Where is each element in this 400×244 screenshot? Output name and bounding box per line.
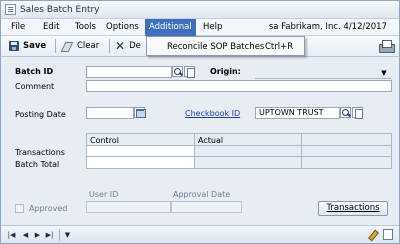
batch-total-label: Batch Total xyxy=(15,160,60,169)
posting-date-field[interactable] xyxy=(86,107,134,119)
last-record-icon[interactable]: ▶| xyxy=(45,230,54,240)
transactions-label: Transactions xyxy=(15,148,65,157)
delete-x-icon: ✕ xyxy=(115,39,126,53)
origin-dropdown-arrow-icon[interactable]: ▼ xyxy=(379,68,389,78)
clear-label: Clear xyxy=(77,41,100,51)
clear-button[interactable]: Clear xyxy=(61,38,99,54)
menu-file[interactable]: File xyxy=(7,19,29,36)
nav-separator xyxy=(59,229,60,241)
batch-id-label: Batch ID xyxy=(15,67,54,76)
next-record-icon[interactable]: ▶ xyxy=(33,230,42,240)
transactions-button-label: Transactions xyxy=(326,203,380,213)
window-icon xyxy=(5,4,16,15)
comment-label: Comment xyxy=(15,82,55,91)
menu-edit[interactable]: Edit xyxy=(39,19,63,36)
origin-field-underline xyxy=(255,78,391,79)
toolbar-separator xyxy=(109,39,110,53)
delete-button[interactable]: ✕ De xyxy=(115,38,141,54)
menu-bar: File Edit Tools Options Additional Help … xyxy=(1,19,399,36)
grid-divider xyxy=(301,134,302,168)
delete-label: De xyxy=(129,41,141,51)
control-header: Control xyxy=(90,136,119,145)
user-id-label: User ID xyxy=(89,190,119,199)
checkbook-lookup-icon[interactable] xyxy=(340,107,351,118)
menu-additional[interactable]: Additional xyxy=(145,19,196,36)
checkbook-id-field[interactable]: UPTOWN TRUST xyxy=(255,107,340,119)
record-navigation-bar: |◀ ◀ ▶ ▶| ▼ xyxy=(1,225,399,243)
eraser-icon xyxy=(61,42,73,51)
checkbook-note-icon[interactable] xyxy=(352,107,363,119)
origin-label: Origin: xyxy=(210,67,241,76)
grid-divider xyxy=(194,134,195,168)
save-icon xyxy=(9,41,19,51)
sales-batch-entry-window: Sales Batch Entry File Edit Tools Option… xyxy=(0,0,400,244)
reconcile-shortcut: Ctrl+R xyxy=(265,42,294,52)
previous-record-icon[interactable]: ◀ xyxy=(21,230,30,240)
transactions-button[interactable]: Transactions xyxy=(318,201,388,216)
control-transactions-cell[interactable] xyxy=(87,146,194,156)
menu-options[interactable]: Options xyxy=(102,19,143,36)
control-batch-total-cell[interactable] xyxy=(87,157,194,168)
batch-totals-grid: Control Actual xyxy=(86,133,392,169)
approved-checkbox[interactable] xyxy=(15,204,24,213)
reconcile-sop-batches-label: Reconcile SOP Batches xyxy=(167,42,265,52)
window-title: Sales Batch Entry xyxy=(20,5,100,15)
calendar-icon[interactable] xyxy=(134,107,146,118)
toolbar-separator xyxy=(55,39,56,53)
window-note-icon[interactable] xyxy=(383,229,393,240)
user-company-date-status: sa Fabrikam, Inc. 4/12/2017 xyxy=(268,22,387,32)
printer-icon[interactable] xyxy=(379,40,395,53)
save-label: Save xyxy=(23,41,47,51)
menu-tools[interactable]: Tools xyxy=(71,19,100,36)
batch-lookup-icon[interactable] xyxy=(172,66,183,77)
user-id-field xyxy=(86,201,171,213)
save-button[interactable]: Save xyxy=(9,38,46,54)
posting-date-label: Posting Date xyxy=(15,110,66,119)
sort-dropdown-icon[interactable]: ▼ xyxy=(63,230,72,240)
batch-id-field[interactable] xyxy=(86,66,172,78)
approval-date-label: Approval Date xyxy=(173,190,231,199)
approved-label: Approved xyxy=(29,204,68,213)
first-record-icon[interactable]: |◀ xyxy=(7,230,16,240)
title-bar: Sales Batch Entry xyxy=(1,1,399,19)
menu-help[interactable]: Help xyxy=(199,19,226,36)
actual-header: Actual xyxy=(198,136,224,145)
batch-note-icon[interactable] xyxy=(184,66,195,78)
comment-field[interactable] xyxy=(86,80,392,92)
approval-date-field xyxy=(171,201,242,213)
additional-menu-dropdown: Reconcile SOP Batches Ctrl+R xyxy=(146,36,305,56)
pencil-icon[interactable] xyxy=(368,230,377,239)
checkbook-id-link[interactable]: Checkbook ID xyxy=(185,109,240,118)
